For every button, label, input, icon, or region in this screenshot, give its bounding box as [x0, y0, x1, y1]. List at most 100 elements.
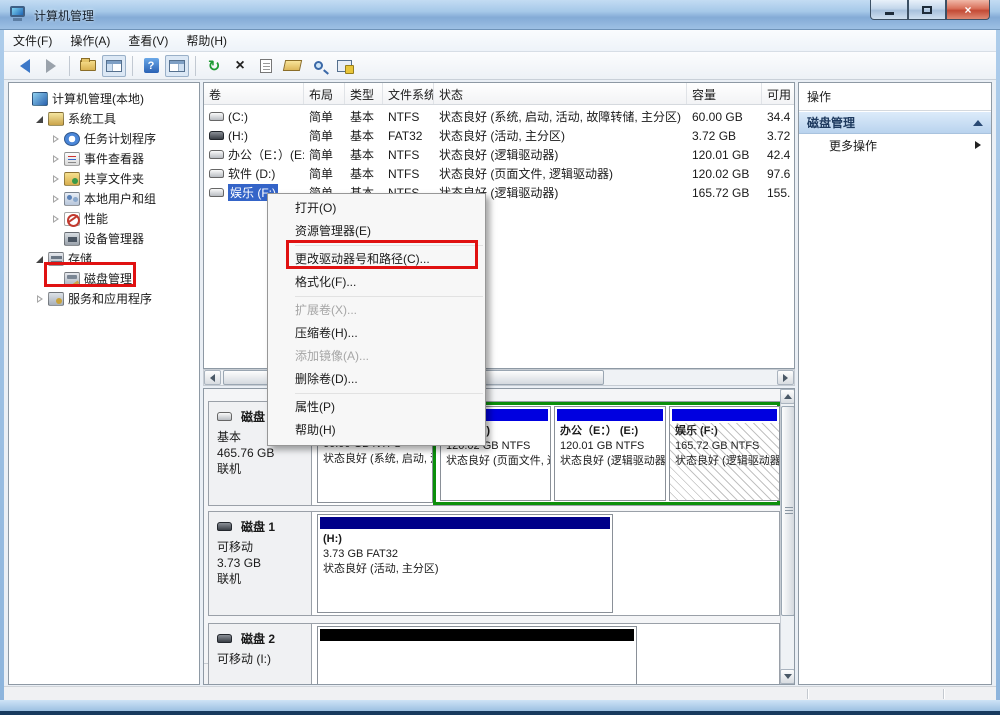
show-action-pane-button[interactable]: [165, 55, 189, 77]
close-icon: ×: [964, 3, 971, 17]
cell-文件系统: NTFS: [383, 167, 434, 181]
actions-section-disk-management[interactable]: 磁盘管理: [799, 111, 991, 134]
close-button[interactable]: ×: [946, 0, 990, 20]
more-actions-item[interactable]: 更多操作: [799, 134, 991, 156]
partition-text: 办公（E：） (E:)120.01 GB NTFS状态良好 (逻辑驱动器): [555, 423, 665, 470]
sidebar-item-10[interactable]: 服务和应用程序: [35, 289, 152, 308]
disk-meta: 联机: [217, 461, 303, 477]
collapse-arrow-icon[interactable]: [35, 254, 45, 264]
context-menu-item-1[interactable]: 资源管理器(E): [268, 220, 485, 243]
scroll-left-button[interactable]: [204, 370, 221, 385]
context-menu-item-12[interactable]: 帮助(H): [268, 419, 485, 442]
sidebar-item-label: 系统工具: [68, 110, 116, 127]
sidebar-item-8[interactable]: 存储: [35, 249, 92, 268]
context-menu-item-7[interactable]: 压缩卷(H)...: [268, 322, 485, 345]
disk-row-1: 磁盘 1可移动3.73 GB联机(H:)3.73 GB FAT32状态良好 (活…: [208, 511, 780, 616]
table-row[interactable]: 办公（E：）(E:)简单基本NTFS状态良好 (逻辑驱动器)120.01 GB4…: [204, 145, 795, 164]
sidebar-item-4[interactable]: 共享文件夹: [51, 169, 144, 188]
expand-arrow-icon[interactable]: [35, 294, 45, 304]
delete-button[interactable]: ×: [228, 55, 252, 77]
partition-label: 办公（E：） (E:): [560, 424, 660, 439]
back-button[interactable]: [13, 55, 37, 77]
table-row[interactable]: (C:)简单基本NTFS状态良好 (系统, 启动, 活动, 故障转储, 主分区)…: [204, 107, 795, 126]
add-snapin-button[interactable]: [332, 55, 356, 77]
partition-(H:)[interactable]: (H:)3.73 GB FAT32状态良好 (活动, 主分区): [317, 514, 613, 613]
partition-unallocated[interactable]: [317, 626, 637, 685]
show-console-tree-button[interactable]: [102, 55, 126, 77]
table-row[interactable]: (H:)简单基本FAT32状态良好 (活动, 主分区)3.72 GB3.72: [204, 126, 795, 145]
partition-text: 娱乐 (F:)165.72 GB NTFS状态良好 (逻辑驱动器): [670, 423, 779, 470]
refresh-button[interactable]: ↻: [202, 55, 226, 77]
sidebar-item-0[interactable]: 计算机管理(本地): [19, 89, 144, 108]
column-header-0[interactable]: 卷: [204, 83, 304, 104]
up-folder-button[interactable]: [76, 55, 100, 77]
scroll-right-button[interactable]: [777, 370, 794, 385]
vertical-scroll-thumb[interactable]: [781, 406, 795, 616]
expand-arrow-icon[interactable]: [51, 194, 61, 204]
actions-section-label: 磁盘管理: [807, 114, 855, 131]
column-header-5[interactable]: 容量: [687, 83, 762, 104]
forward-button[interactable]: [39, 55, 63, 77]
app-icon: [10, 6, 27, 21]
status-bar: [4, 686, 996, 700]
expand-arrow-icon[interactable]: [51, 214, 61, 224]
column-header-2[interactable]: 类型: [345, 83, 383, 104]
sidebar-item-3[interactable]: 事件查看器: [51, 149, 144, 168]
column-header-3[interactable]: 文件系统: [383, 83, 434, 104]
cell-文件系统: FAT32: [383, 129, 434, 143]
partition-娱乐 (F:)[interactable]: 娱乐 (F:)165.72 GB NTFS状态良好 (逻辑驱动器): [669, 406, 780, 501]
cell-文件系统: NTFS: [383, 110, 434, 124]
minimize-button[interactable]: [870, 0, 908, 20]
expand-arrow-icon[interactable]: [51, 154, 61, 164]
sidebar-item-6[interactable]: 性能: [51, 209, 108, 228]
partition-status: 状态良好 (活动, 主分区): [323, 562, 607, 577]
sidebar-item-7[interactable]: 设备管理器: [51, 229, 144, 248]
logical-strip: [672, 409, 777, 421]
context-menu-item-0[interactable]: 打开(O): [268, 197, 485, 220]
table-row[interactable]: 软件 (D:)简单基本NTFS状态良好 (页面文件, 逻辑驱动器)120.02 …: [204, 164, 795, 183]
context-menu-item-4[interactable]: 格式化(F)...: [268, 271, 485, 294]
vertical-scrollbar[interactable]: [780, 389, 795, 684]
partition-label: 娱乐 (F:): [675, 424, 774, 439]
partition-办公（E：） (E:)[interactable]: 办公（E：） (E:)120.01 GB NTFS状态良好 (逻辑驱动器): [554, 406, 666, 501]
sidebar-item-9[interactable]: 磁盘管理: [51, 269, 132, 288]
menu-item-2[interactable]: 查看(V): [119, 29, 177, 52]
context-menu-item-9[interactable]: 删除卷(D)...: [268, 368, 485, 391]
sidebar-item-5[interactable]: 本地用户和组: [51, 189, 156, 208]
help-button[interactable]: ?: [139, 55, 163, 77]
column-header-6[interactable]: 可用: [762, 83, 795, 104]
scroll-down-button[interactable]: [780, 669, 795, 684]
expand-arrow-icon[interactable]: [51, 134, 61, 144]
disk-label[interactable]: 磁盘 2可移动 (I:): [209, 624, 312, 685]
actions-pane: 操作 磁盘管理 更多操作: [798, 82, 992, 685]
drive-icon: [209, 112, 224, 121]
sidebar-item-2[interactable]: 任务计划程序: [51, 129, 156, 148]
menu-item-1[interactable]: 操作(A): [61, 29, 119, 52]
open-folder-button[interactable]: [280, 55, 304, 77]
collapse-section-icon[interactable]: [973, 120, 983, 126]
column-header-4[interactable]: 状态: [434, 83, 687, 104]
partition-status: 状态良好 (系统, 启动, 活动, 故障转储, 主分区): [323, 452, 427, 467]
cell-可用: 34.4: [762, 110, 795, 124]
drive-icon: [209, 169, 224, 178]
console-tree-pane: 计算机管理(本地) 系统工具任务计划程序事件查看器共享文件夹本地用户和组性能设备管…: [8, 82, 200, 685]
expand-arrow-icon[interactable]: [51, 174, 61, 184]
sidebar-item-label: 任务计划程序: [84, 130, 156, 147]
menu-item-3[interactable]: 帮助(H): [177, 29, 236, 52]
maximize-button[interactable]: [908, 0, 946, 20]
scroll-up-button[interactable]: [780, 389, 795, 404]
scroll-down-icon: [784, 674, 792, 679]
properties-button[interactable]: [254, 55, 278, 77]
sidebar-item-1[interactable]: 系统工具: [35, 109, 116, 128]
removable-disk-icon: [217, 634, 232, 643]
sidebar-item-label: 设备管理器: [84, 230, 144, 247]
logical-strip: [557, 409, 663, 421]
disk-label[interactable]: 磁盘 1可移动3.73 GB联机: [209, 512, 312, 615]
menu-item-0[interactable]: 文件(F): [4, 29, 61, 52]
performance-icon: [64, 212, 80, 226]
context-menu-item-3[interactable]: 更改驱动器号和路径(C)...: [268, 248, 485, 271]
collapse-arrow-icon[interactable]: [35, 114, 45, 124]
context-menu-item-11[interactable]: 属性(P): [268, 396, 485, 419]
column-header-1[interactable]: 布局: [304, 83, 345, 104]
search-button[interactable]: [306, 55, 330, 77]
